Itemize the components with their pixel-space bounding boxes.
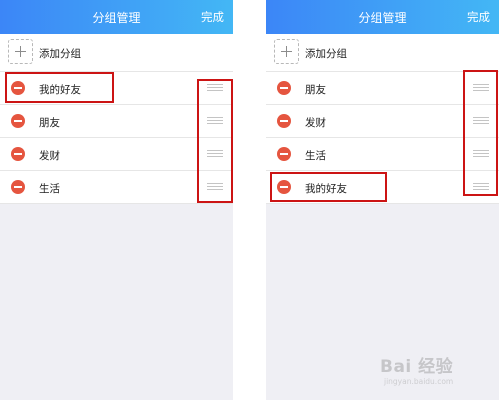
group-label: 发财 — [39, 150, 60, 162]
group-label: 朋友 — [39, 117, 60, 129]
group-label: 发财 — [305, 117, 326, 129]
navigation-bar: 分组管理 完成 — [266, 0, 499, 34]
minus-circle-icon[interactable] — [277, 114, 291, 128]
page-title: 分组管理 — [358, 11, 407, 25]
page-title: 分组管理 — [92, 11, 141, 25]
add-group-label: 添加分组 — [39, 48, 81, 60]
add-group-row[interactable]: 添加分组 — [0, 34, 233, 72]
add-group-row[interactable]: 添加分组 — [266, 34, 499, 72]
add-group-label: 添加分组 — [305, 48, 347, 60]
highlight-box-drag-handles — [463, 70, 498, 196]
minus-circle-icon[interactable] — [277, 81, 291, 95]
plus-icon[interactable] — [274, 39, 299, 64]
minus-circle-icon[interactable] — [11, 147, 25, 161]
group-label: 生活 — [305, 150, 326, 162]
highlight-box-drag-handles — [197, 79, 233, 203]
done-button[interactable]: 完成 — [467, 9, 490, 25]
minus-circle-icon[interactable] — [11, 180, 25, 194]
highlight-box-my-friends — [270, 172, 387, 202]
done-button[interactable]: 完成 — [201, 9, 224, 25]
highlight-box-my-friends — [5, 72, 114, 103]
baidu-jingyan-watermark: Bai 经验 jingyan.baidu.com — [380, 352, 472, 392]
navigation-bar: 分组管理 完成 — [0, 0, 233, 34]
minus-circle-icon[interactable] — [11, 114, 25, 128]
minus-circle-icon[interactable] — [277, 147, 291, 161]
watermark-logo-text: Bai 经验 — [380, 357, 454, 377]
group-label: 朋友 — [305, 84, 326, 96]
group-label: 生活 — [39, 183, 60, 195]
watermark-url: jingyan.baidu.com — [384, 377, 454, 386]
plus-icon[interactable] — [8, 39, 33, 64]
